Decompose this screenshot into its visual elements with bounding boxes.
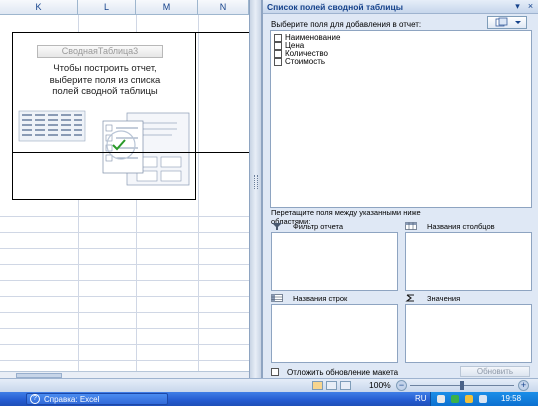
pivot-hint-text: Чтобы построить отчет, выберите поля из … [17, 63, 193, 98]
help-icon: ? [30, 394, 40, 404]
column-header-l[interactable]: L [78, 0, 136, 15]
report-filter-drop-area[interactable] [271, 232, 398, 291]
normal-view-button[interactable] [312, 381, 323, 390]
tray-security-icon[interactable] [451, 395, 459, 403]
pane-options-chevron-icon[interactable]: ▾ [512, 1, 523, 12]
values-heading: Значения [405, 293, 460, 303]
row-labels-heading: Названия строк [271, 293, 347, 303]
pane-title: Список полей сводной таблицы [267, 2, 404, 12]
close-icon[interactable]: × [525, 1, 536, 12]
taskbar-button-label: Справка: Excel [44, 394, 100, 404]
column-labels-drop-area[interactable] [405, 232, 532, 291]
zoom-level[interactable]: 100% [369, 380, 391, 390]
gridline [0, 312, 249, 313]
gridline [0, 232, 249, 233]
zoom-in-button[interactable]: + [518, 380, 529, 391]
pivot-illustration-icon [18, 110, 190, 186]
choose-fields-label: Выберите поля для добавления в отчет: [271, 20, 422, 29]
column-header-k[interactable]: K [0, 0, 78, 15]
gridline [0, 264, 249, 265]
gridline [0, 216, 249, 217]
column-header-bar: K L M N [0, 0, 249, 15]
pivot-hint-line: выберите поля из списка [49, 74, 161, 86]
gridline [0, 280, 249, 281]
gridline [198, 15, 199, 378]
pivot-hint-line: полей сводной таблицы [52, 86, 158, 97]
taskbar: ? Справка: Excel RU 19:58 [0, 392, 538, 406]
defer-update-checkbox[interactable] [271, 368, 279, 376]
field-list-layout-icon [495, 17, 521, 27]
area-label: Названия строк [293, 293, 348, 303]
zoom-out-button[interactable]: − [396, 380, 407, 391]
status-bar: 100% − + [0, 378, 538, 392]
pane-header: Список полей сводной таблицы ▾ × [263, 0, 538, 14]
gridline [0, 328, 249, 329]
row-labels-drop-area[interactable] [271, 304, 398, 363]
pivot-table-placeholder[interactable]: СводнаяТаблица3 Чтобы построить отчет, в… [12, 32, 196, 200]
pivot-hint-line: Чтобы построить отчет, [53, 63, 157, 74]
selection-border-bottom [12, 152, 249, 153]
zoom-slider-thumb[interactable] [460, 381, 464, 390]
pivot-table-name: СводнаяТаблица3 [37, 45, 163, 58]
area-label: Фильтр отчета [293, 221, 344, 231]
layout-options-button[interactable] [487, 16, 527, 29]
gridline [0, 248, 249, 249]
filter-icon [272, 223, 282, 230]
taskbar-button-excel-help[interactable]: ? Справка: Excel [26, 393, 168, 405]
field-label: Стоимость [285, 57, 326, 66]
sigma-icon [405, 294, 414, 302]
column-labels-heading: Названия столбцов [405, 221, 495, 231]
defer-update-label: Отложить обновление макета [287, 367, 399, 377]
defer-update-option[interactable]: Отложить обновление макета [271, 367, 398, 377]
page-layout-view-button[interactable] [326, 381, 337, 390]
field-list-box: Наименование Цена Количество Стоимость [270, 30, 532, 208]
tray-volume-icon[interactable] [465, 395, 473, 403]
gridline [0, 344, 249, 345]
field-item-cost[interactable]: Стоимость [274, 57, 325, 67]
rows-icon [271, 294, 283, 302]
clock[interactable]: 19:58 [501, 394, 521, 403]
language-indicator[interactable]: RU [415, 394, 427, 403]
page-break-view-button[interactable] [340, 381, 351, 390]
column-header-n[interactable]: N [198, 0, 249, 15]
field-checkbox[interactable] [274, 58, 282, 66]
gridline [0, 360, 249, 361]
drag-label-line: Перетащите поля между указанными ниже [271, 208, 421, 217]
update-button[interactable]: Обновить [460, 366, 530, 377]
gridline [0, 296, 249, 297]
column-header-m[interactable]: M [136, 0, 198, 15]
values-drop-area[interactable] [405, 304, 532, 363]
system-tray: 19:58 [430, 392, 538, 406]
tray-app-icon[interactable] [479, 395, 487, 403]
area-label: Значения [427, 293, 461, 303]
area-label: Названия столбцов [427, 221, 495, 231]
splitter-grip-icon[interactable] [254, 175, 258, 189]
pivot-field-list-pane: Список полей сводной таблицы ▾ × Выберит… [262, 0, 538, 378]
worksheet-area[interactable]: K L M N СводнаяТаблица3 Чтобы построить … [0, 0, 249, 378]
pane-splitter[interactable] [249, 0, 262, 378]
columns-icon [405, 222, 417, 230]
tray-network-icon[interactable] [437, 395, 445, 403]
report-filter-heading: Фильтр отчета [271, 221, 343, 231]
horizontal-scrollbar[interactable] [0, 371, 249, 378]
